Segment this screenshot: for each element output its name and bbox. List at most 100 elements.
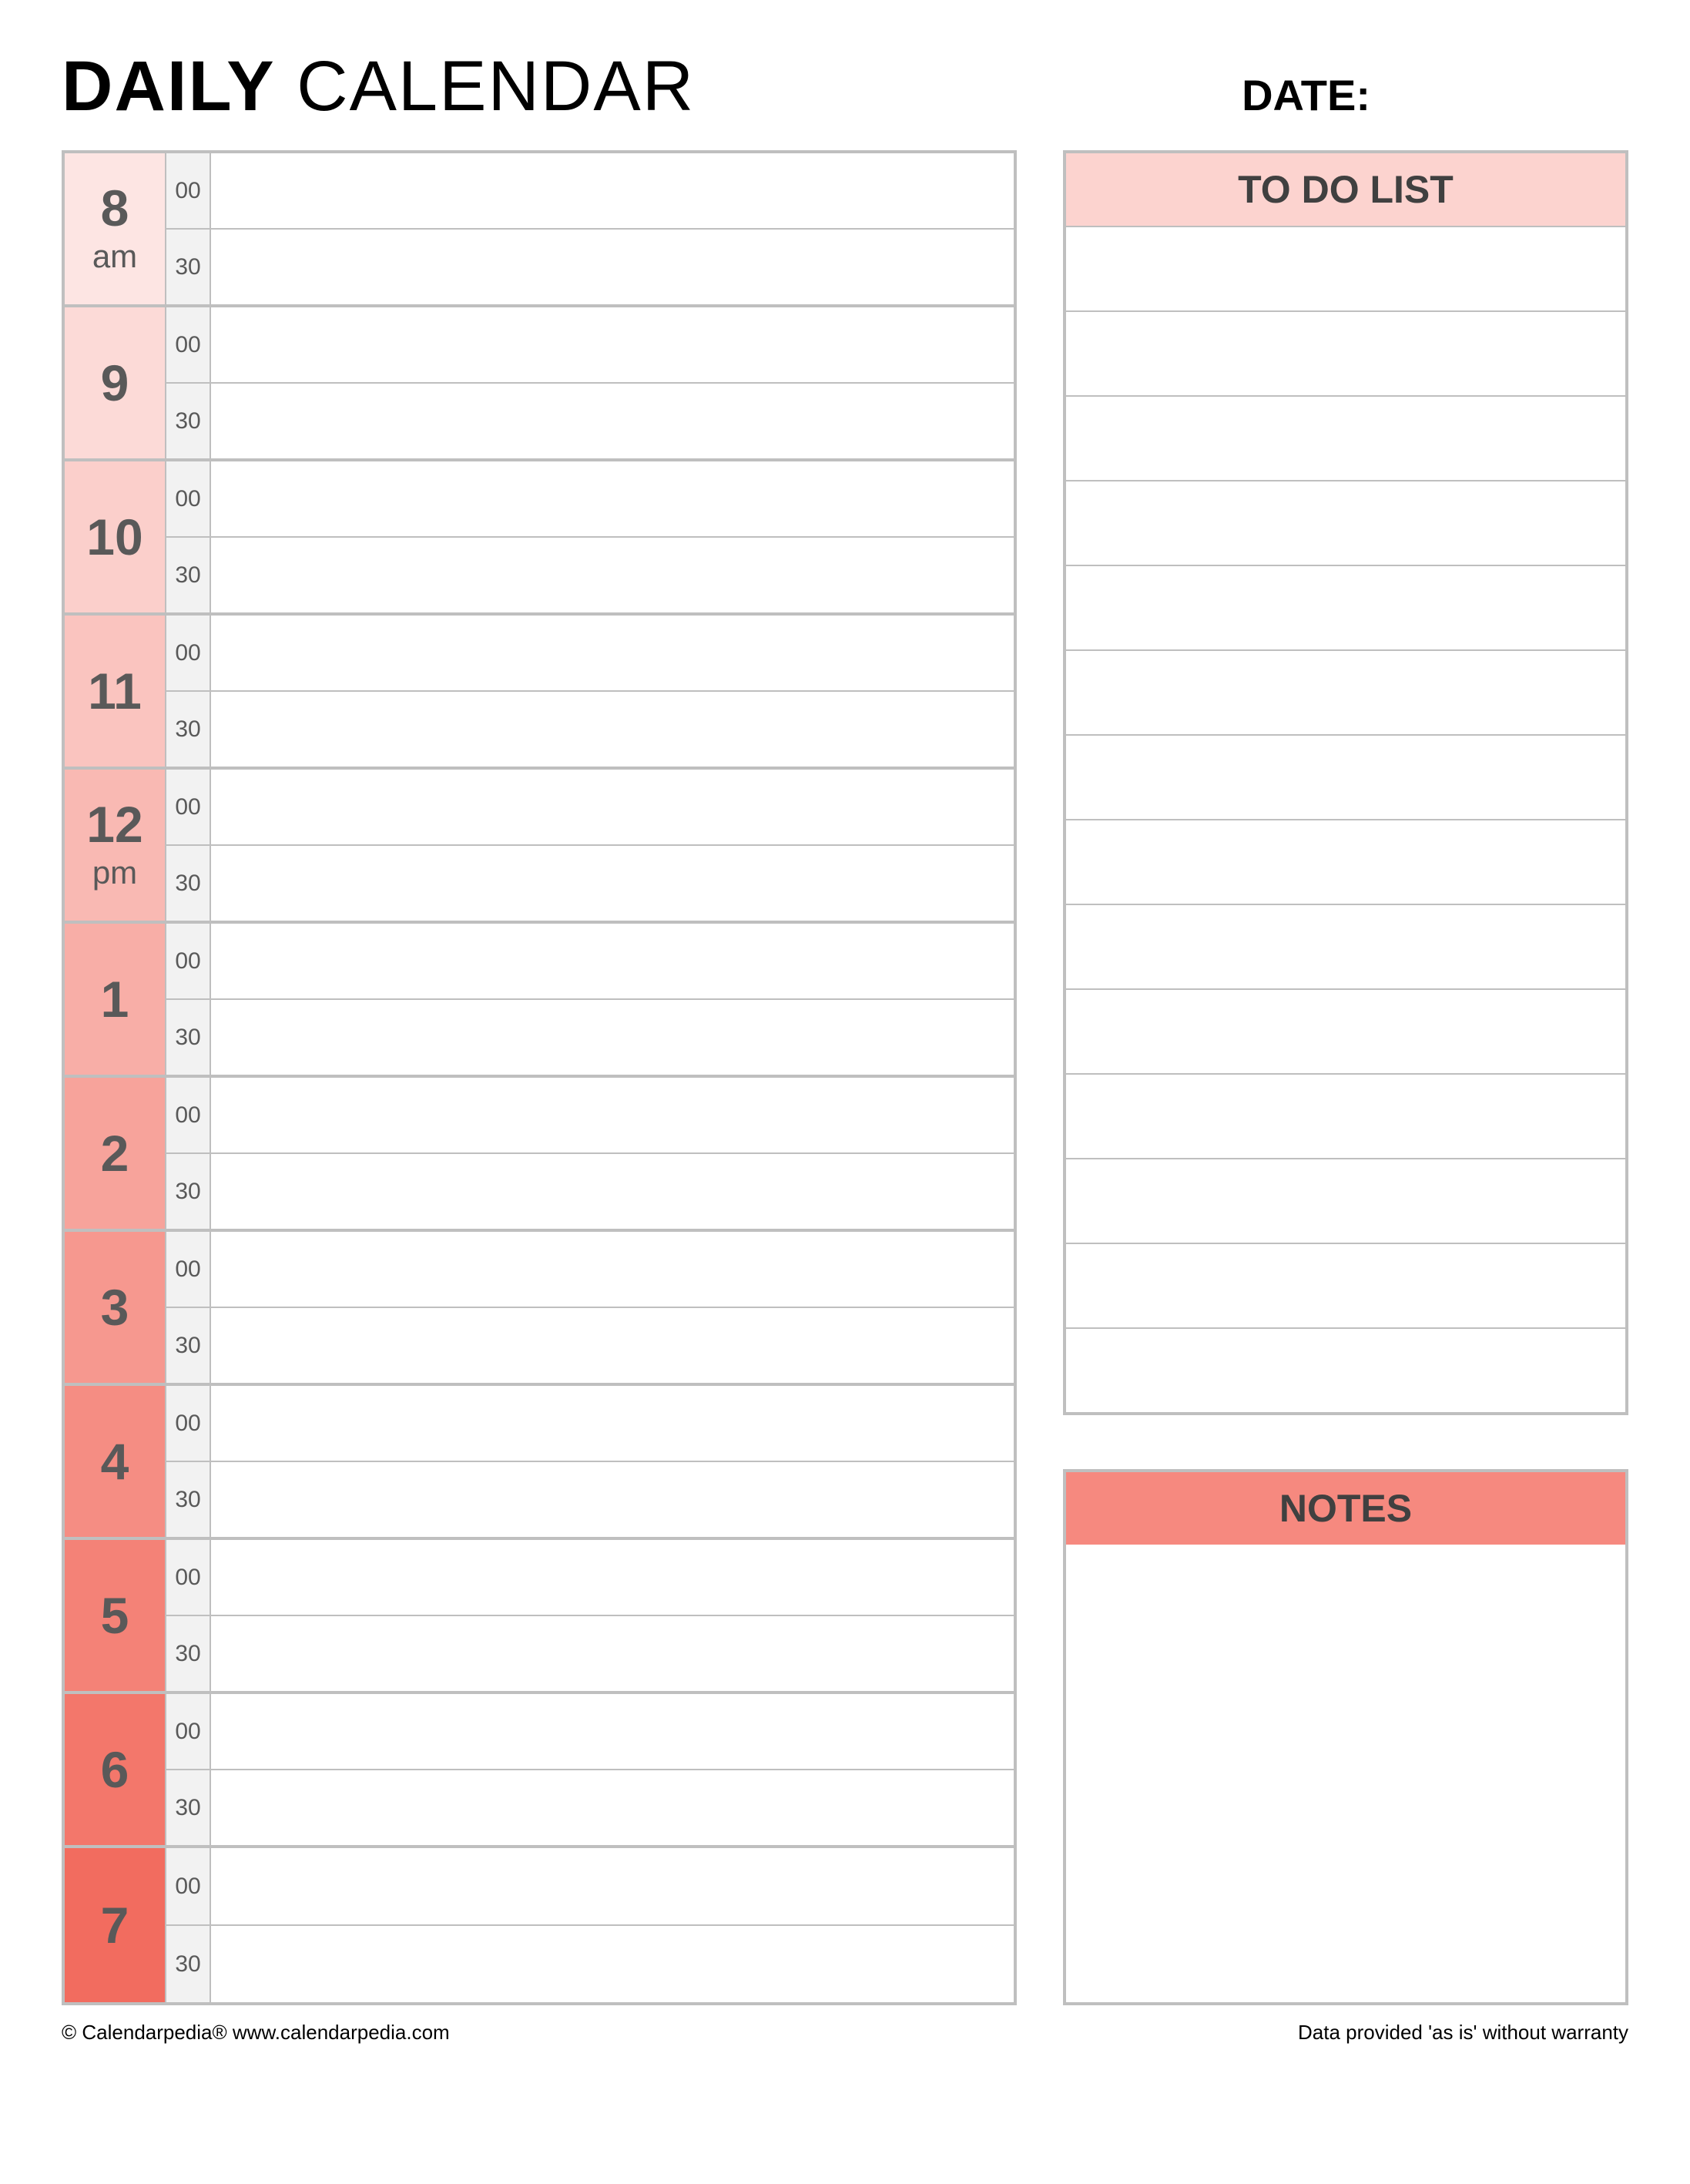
todo-row[interactable]	[1066, 310, 1625, 395]
hour-cell: 4	[65, 1386, 165, 1537]
side-column: TO DO LIST NOTES	[1063, 150, 1628, 2005]
minutes-column: 0030	[165, 1078, 211, 1229]
schedule-entry[interactable]	[211, 1462, 1014, 1537]
hour-number: 1	[101, 974, 129, 1025]
hour-number: 7	[101, 1900, 129, 1951]
schedule-entry[interactable]	[211, 538, 1014, 612]
hour-block: 5 0030	[65, 1540, 1014, 1694]
minute-label: 00	[165, 616, 211, 692]
hour-block: 8 am 0030	[65, 153, 1014, 307]
minute-label: 00	[165, 1694, 211, 1770]
schedule-entry[interactable]	[211, 1078, 1014, 1154]
hour-ampm: am	[92, 238, 137, 275]
schedule-entry[interactable]	[211, 1232, 1014, 1308]
hour-cell: 10	[65, 461, 165, 612]
schedule-entry[interactable]	[211, 384, 1014, 458]
minute-label: 00	[165, 153, 211, 230]
schedule-entry[interactable]	[211, 692, 1014, 767]
content: 8am00309003010003011003012pm003010030200…	[62, 150, 1628, 2005]
hour-block: 3 0030	[65, 1232, 1014, 1386]
entries-column	[211, 153, 1014, 304]
minutes-column: 0030	[165, 1232, 211, 1383]
schedule-entry[interactable]	[211, 1770, 1014, 1845]
notes-panel: NOTES	[1063, 1469, 1628, 2005]
hour-block: 40030	[65, 1386, 1014, 1540]
entries-column	[211, 924, 1014, 1075]
hour-number: 3	[101, 1282, 129, 1333]
schedule-entry[interactable]	[211, 307, 1014, 384]
hour-block: 10030	[65, 924, 1014, 1078]
todo-row[interactable]	[1066, 988, 1625, 1073]
schedule-entry[interactable]	[211, 846, 1014, 921]
schedule-entry[interactable]	[211, 770, 1014, 846]
todo-row[interactable]	[1066, 904, 1625, 988]
todo-row[interactable]	[1066, 734, 1625, 819]
minute-label: 00	[165, 1540, 211, 1616]
hour-number: 10	[86, 512, 143, 562]
hour-cell: 11	[65, 616, 165, 767]
title-light: CALENDAR	[276, 47, 696, 126]
schedule-entry[interactable]	[211, 230, 1014, 304]
minutes-column: 0030	[165, 307, 211, 458]
hour-block: 11 0030	[65, 616, 1014, 770]
minute-label: 30	[165, 692, 211, 767]
schedule-entry[interactable]	[211, 1848, 1014, 1926]
schedule-entry[interactable]	[211, 461, 1014, 538]
schedule-entry[interactable]	[211, 1154, 1014, 1229]
todo-row[interactable]	[1066, 1073, 1625, 1158]
schedule-entry[interactable]	[211, 1694, 1014, 1770]
hour-cell: 3	[65, 1232, 165, 1383]
schedule-entry[interactable]	[211, 924, 1014, 1000]
todo-row[interactable]	[1066, 480, 1625, 565]
schedule-entry[interactable]	[211, 616, 1014, 692]
minutes-column: 0030	[165, 1694, 211, 1845]
todo-row[interactable]	[1066, 1327, 1625, 1412]
entries-column	[211, 1232, 1014, 1383]
entries-column	[211, 770, 1014, 921]
entries-column	[211, 307, 1014, 458]
minutes-column: 0030	[165, 1540, 211, 1691]
hour-cell: 7	[65, 1848, 165, 2002]
date-label: DATE:	[1242, 70, 1370, 120]
todo-row[interactable]	[1066, 649, 1625, 734]
todo-header: TO DO LIST	[1066, 153, 1625, 226]
schedule-entry[interactable]	[211, 1000, 1014, 1075]
hour-number: 2	[101, 1128, 129, 1179]
minutes-column: 0030	[165, 616, 211, 767]
schedule-entry[interactable]	[211, 1308, 1014, 1383]
minute-label: 00	[165, 1848, 211, 1926]
page-title: DAILY CALENDAR	[62, 46, 695, 127]
hour-cell: 9	[65, 307, 165, 458]
hour-number: 8	[101, 183, 129, 233]
schedule-table: 8am00309003010003011003012pm003010030200…	[62, 150, 1017, 2005]
minute-label: 00	[165, 1078, 211, 1154]
todo-row[interactable]	[1066, 1243, 1625, 1327]
footer: © Calendarpedia® www.calendarpedia.com D…	[62, 2021, 1628, 2045]
minute-label: 00	[165, 307, 211, 384]
notes-body[interactable]	[1066, 1545, 1625, 2002]
notes-header: NOTES	[1066, 1472, 1625, 1545]
todo-row[interactable]	[1066, 819, 1625, 904]
schedule-entry[interactable]	[211, 1540, 1014, 1616]
schedule-entry[interactable]	[211, 153, 1014, 230]
hour-number: 11	[88, 666, 142, 716]
todo-row[interactable]	[1066, 1158, 1625, 1243]
hour-cell: 12pm	[65, 770, 165, 921]
todo-row[interactable]	[1066, 395, 1625, 480]
hour-cell: 2	[65, 1078, 165, 1229]
schedule-entry[interactable]	[211, 1386, 1014, 1462]
minutes-column: 0030	[165, 1848, 211, 2002]
todo-row[interactable]	[1066, 226, 1625, 310]
entries-column	[211, 1694, 1014, 1845]
hour-block: 100030	[65, 461, 1014, 616]
todo-panel: TO DO LIST	[1063, 150, 1628, 1415]
schedule-entry[interactable]	[211, 1616, 1014, 1691]
hour-cell: 5	[65, 1540, 165, 1691]
schedule-entry[interactable]	[211, 1926, 1014, 2002]
todo-row[interactable]	[1066, 565, 1625, 649]
hour-number: 5	[101, 1590, 129, 1641]
hour-cell: 1	[65, 924, 165, 1075]
minutes-column: 0030	[165, 153, 211, 304]
entries-column	[211, 1848, 1014, 2002]
hour-block: 90030	[65, 307, 1014, 461]
